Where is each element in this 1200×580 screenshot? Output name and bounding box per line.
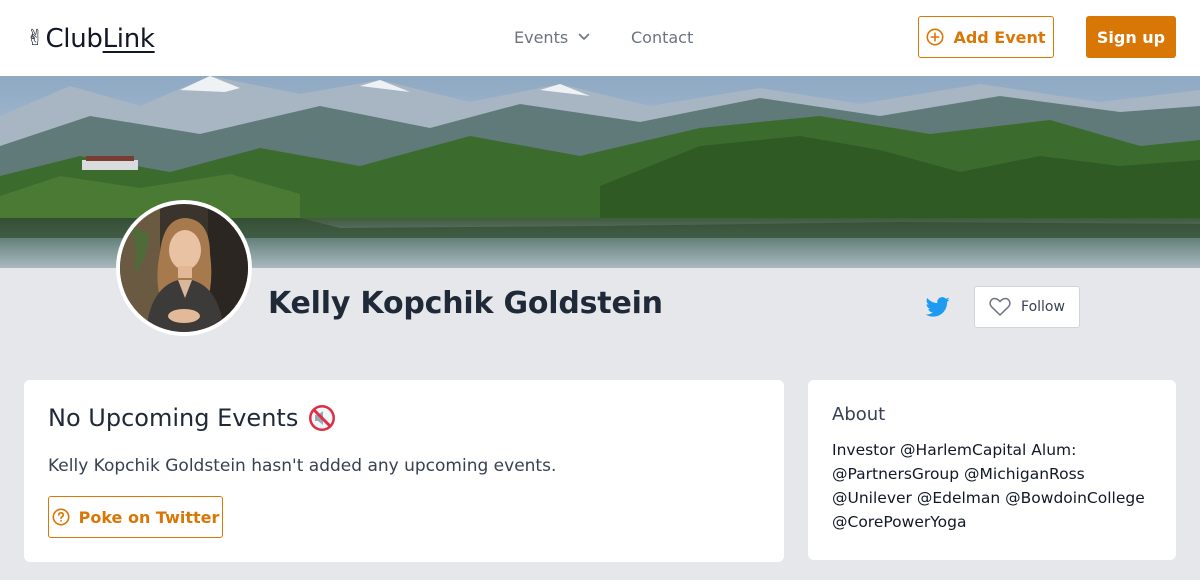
nav-contact-label: Contact	[631, 27, 694, 47]
profile-avatar	[116, 200, 252, 336]
muted-speaker-icon	[309, 405, 336, 431]
victory-hand-icon: ✌	[26, 26, 45, 51]
add-event-label: Add Event	[953, 27, 1046, 47]
heart-icon	[989, 297, 1011, 316]
nav-events-dropdown[interactable]: Events	[514, 26, 590, 48]
follow-button[interactable]: Follow	[974, 286, 1080, 328]
about-bio: Investor @HarlemCapital Alum: @PartnersG…	[832, 441, 1145, 531]
logo-text-club: Club	[45, 24, 103, 54]
clublink-logo[interactable]: ✌ Club Link	[26, 22, 155, 56]
plus-circle-icon	[926, 28, 944, 46]
no-events-message: Kelly Kopchik Goldstein hasn't added any…	[48, 456, 557, 476]
twitter-icon[interactable]	[926, 296, 950, 318]
about-heading: About	[832, 404, 886, 425]
question-circle-icon	[52, 508, 70, 526]
sign-up-button[interactable]: Sign up	[1086, 16, 1176, 58]
profile-name: Kelly Kopchik Goldstein	[268, 286, 663, 321]
upcoming-events-card: No Upcoming Events Kelly Kopchik Goldste…	[24, 380, 784, 562]
upcoming-events-heading: No Upcoming Events	[48, 404, 336, 432]
sign-up-label: Sign up	[1096, 27, 1166, 47]
logo-text-link: Link	[102, 24, 155, 54]
nav-events-label: Events	[514, 27, 569, 47]
poke-on-twitter-button[interactable]: Poke on Twitter	[48, 496, 223, 538]
chevron-down-icon	[578, 33, 590, 40]
about-card: About Investor @HarlemCapital Alum: @Par…	[808, 380, 1176, 560]
poke-on-twitter-label: Poke on Twitter	[78, 507, 220, 527]
site-header: ✌ Club Link Events Contact Add Event Sig…	[0, 0, 1200, 76]
nav-contact-link[interactable]: Contact	[631, 26, 693, 48]
follow-label: Follow	[1021, 299, 1065, 315]
add-event-button[interactable]: Add Event	[918, 16, 1054, 58]
upcoming-events-title: No Upcoming Events	[48, 404, 299, 432]
